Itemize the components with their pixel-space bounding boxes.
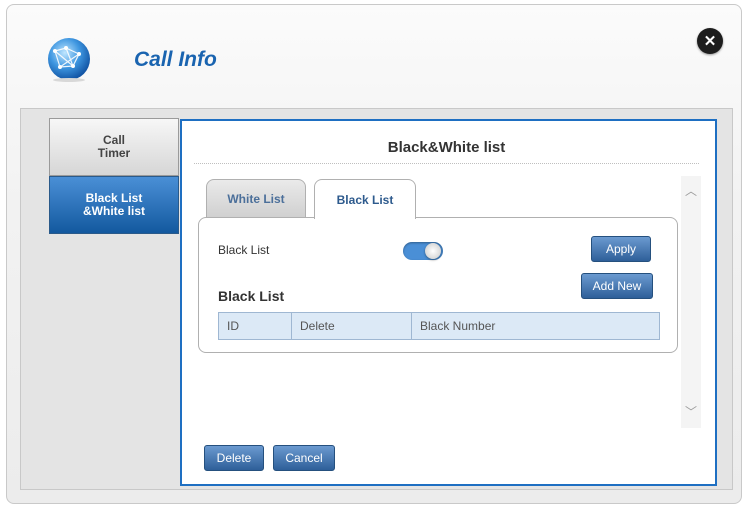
scrollbar[interactable]: ︿ ﹀ (681, 176, 701, 428)
scroll-up-icon[interactable]: ︿ (681, 182, 701, 199)
page-title: Call Info (134, 48, 217, 71)
sidebar-item-call-timer[interactable]: Call Timer (49, 118, 179, 176)
blacklist-toggle-label: Black List (218, 243, 270, 257)
close-icon: ✕ (703, 33, 717, 50)
cancel-button[interactable]: Cancel (273, 445, 335, 471)
scroll-down-icon[interactable]: ﹀ (681, 403, 701, 420)
apply-button[interactable]: Apply (591, 236, 651, 262)
sidebar-item-label: Black List &White list (83, 191, 145, 218)
sidebar: Call Timer Black List &White list (49, 118, 179, 234)
tab-black-list[interactable]: Black List (314, 179, 416, 219)
heading-divider (194, 163, 699, 164)
column-header-delete: Delete (292, 313, 412, 339)
sidebar-item-black-white-list[interactable]: Black List &White list (49, 176, 179, 234)
list-heading: Black List (218, 288, 285, 304)
column-header-black-number: Black Number (420, 319, 496, 333)
tab-white-list[interactable]: White List (206, 179, 306, 217)
tab-content: Black List Apply Add New Black List ID D… (198, 217, 678, 353)
blacklist-toggle[interactable] (403, 242, 443, 260)
panel-heading: Black&White list (387, 139, 506, 156)
toggle-knob (425, 243, 441, 259)
globe-network-icon (46, 36, 92, 87)
add-new-button[interactable]: Add New (581, 273, 653, 299)
main-panel: Black&White list ︿ ﹀ White List Black Li… (180, 119, 717, 486)
column-header-id: ID (219, 313, 292, 339)
close-button[interactable]: ✕ (697, 28, 723, 54)
delete-button[interactable]: Delete (204, 445, 264, 471)
table-header: ID Delete Black Number (218, 312, 660, 340)
sidebar-item-label: Call Timer (97, 133, 131, 160)
